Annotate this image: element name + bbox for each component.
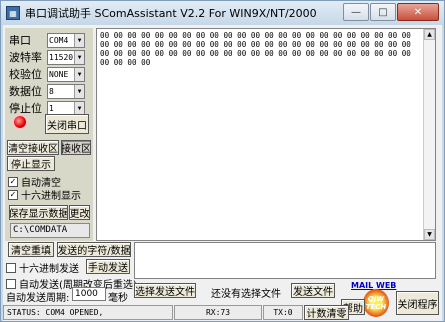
parity-row: 校验位 NONE ▼ bbox=[9, 66, 85, 82]
stopbits-label: 停止位 bbox=[9, 102, 42, 115]
settings-panel: 串口 COM4 ▼ 波特率 11520 ▼ 校验位 NONE ▼ 数据位 8 ▼… bbox=[5, 28, 93, 241]
port-row: 串口 COM4 ▼ bbox=[9, 32, 85, 48]
maximize-button[interactable]: □ bbox=[370, 3, 396, 21]
window-title: 串口调试助手 SComAssistant V2.2 For WIN9X/NT/2… bbox=[25, 7, 317, 20]
baud-row: 波特率 11520 ▼ bbox=[9, 49, 85, 65]
window-controls: — □ ✕ bbox=[342, 3, 439, 21]
receive-scrollbar[interactable]: ▲ ▼ bbox=[423, 29, 435, 240]
chevron-down-icon: ▼ bbox=[74, 84, 84, 98]
parity-label: 校验位 bbox=[9, 68, 42, 81]
close-port-button[interactable]: 关闭串口 bbox=[45, 114, 89, 134]
count-clear-button[interactable]: 计数清零 bbox=[304, 305, 349, 320]
chevron-down-icon: ▼ bbox=[74, 50, 84, 64]
receive-textarea[interactable]: 00 00 00 00 00 00 00 00 00 00 00 00 00 0… bbox=[96, 28, 436, 241]
close-button[interactable]: ✕ bbox=[397, 3, 439, 21]
close-app-button[interactable]: 关闭程序 bbox=[396, 291, 439, 315]
status-bar: STATUS: COM4 OPENED, RX:73 TX:0 计数清零 bbox=[3, 305, 359, 320]
databits-row: 数据位 8 ▼ bbox=[9, 83, 85, 99]
client-area: 串口 COM4 ▼ 波特率 11520 ▼ 校验位 NONE ▼ 数据位 8 ▼… bbox=[3, 25, 442, 321]
period-unit: 毫秒 bbox=[108, 293, 128, 304]
clear-resend-button[interactable]: 清空重填 bbox=[8, 242, 54, 257]
chevron-down-icon: ▼ bbox=[74, 33, 84, 47]
scroll-up-icon[interactable]: ▲ bbox=[424, 29, 435, 40]
minimize-button[interactable]: — bbox=[343, 3, 369, 21]
hex-send-checkbox[interactable]: 十六进制发送 bbox=[6, 260, 79, 275]
receive-content: 00 00 00 00 00 00 00 00 00 00 00 00 00 0… bbox=[100, 31, 416, 67]
receive-area-button[interactable]: 接收区 bbox=[61, 140, 91, 155]
app-icon: ▦ bbox=[6, 6, 20, 20]
period-input[interactable]: 1000 bbox=[72, 287, 106, 301]
change-path-button[interactable]: 更改 bbox=[69, 205, 90, 220]
status-rx: RX:73 bbox=[174, 305, 262, 320]
chevron-down-icon: ▼ bbox=[74, 67, 84, 81]
port-select[interactable]: COM4 ▼ bbox=[47, 32, 85, 48]
parity-select[interactable]: NONE ▼ bbox=[47, 66, 85, 82]
stop-display-button[interactable]: 停止显示 bbox=[7, 156, 55, 171]
save-data-button[interactable]: 保存显示数据 bbox=[9, 205, 68, 220]
databits-select[interactable]: 8 ▼ bbox=[47, 83, 85, 99]
send-textarea[interactable] bbox=[134, 242, 436, 279]
baud-label: 波特率 bbox=[9, 51, 42, 64]
main-window: ▦ 串口调试助手 SComAssistant V2.2 For WIN9X/NT… bbox=[0, 0, 445, 322]
check-icon: ✓ bbox=[8, 176, 18, 187]
status-port: STATUS: COM4 OPENED, bbox=[3, 305, 173, 320]
send-chars-button[interactable]: 发送的字符/数据 bbox=[57, 242, 131, 257]
baud-select[interactable]: 11520 ▼ bbox=[47, 49, 85, 65]
databits-label: 数据位 bbox=[9, 85, 42, 98]
title-bar[interactable]: ▦ 串口调试助手 SComAssistant V2.2 For WIN9X/NT… bbox=[1, 1, 444, 25]
select-file-button[interactable]: 选择发送文件 bbox=[134, 283, 196, 298]
save-path-display: C:\COMDATA bbox=[10, 223, 90, 238]
status-tx: TX:0 bbox=[263, 305, 303, 320]
scroll-down-icon[interactable]: ▼ bbox=[424, 229, 435, 240]
hex-display-checkbox[interactable]: ✓ 十六进制显示 bbox=[8, 187, 81, 202]
period-label: 自动发送周期: bbox=[6, 293, 70, 304]
send-file-button[interactable]: 发送文件 bbox=[291, 283, 335, 298]
port-label: 串口 bbox=[9, 34, 31, 47]
qjw-tech-logo: QJW TECH bbox=[363, 289, 389, 317]
mail-link[interactable]: MAIL bbox=[351, 281, 373, 290]
chevron-down-icon: ▼ bbox=[74, 101, 84, 115]
check-icon: ✓ bbox=[8, 189, 18, 200]
port-status-led-icon bbox=[14, 116, 26, 128]
manual-send-button[interactable]: 手动发送 bbox=[86, 259, 130, 274]
clear-receive-button[interactable]: 清空接收区 bbox=[7, 140, 59, 155]
file-status-text: 还没有选择文件 bbox=[211, 289, 281, 300]
